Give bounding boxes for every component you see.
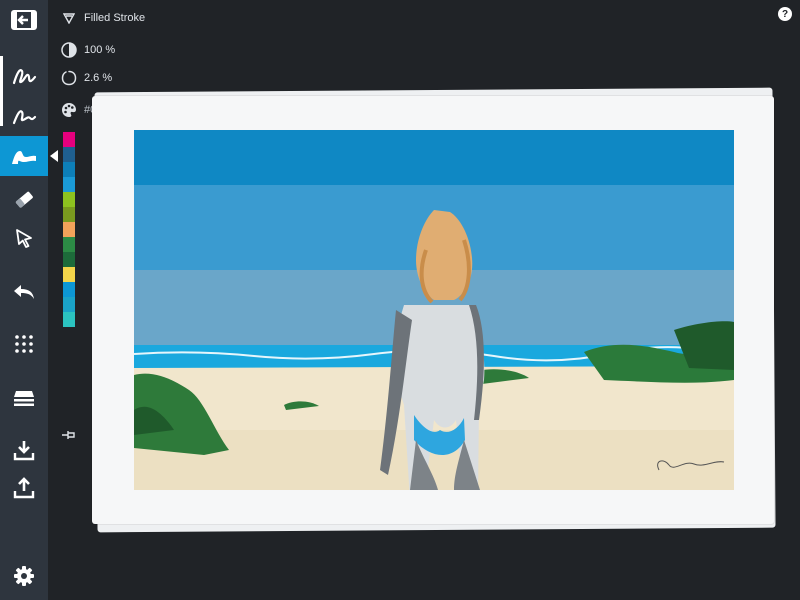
color-swatch[interactable] bbox=[63, 162, 75, 177]
pen-smooth-tool[interactable] bbox=[0, 96, 48, 136]
active-tool-arrow bbox=[50, 150, 58, 162]
help-button[interactable]: ? bbox=[778, 7, 792, 21]
cursor-icon bbox=[13, 227, 35, 249]
color-swatch[interactable] bbox=[63, 207, 75, 222]
eraser-tool[interactable] bbox=[0, 180, 48, 220]
pin-palette-button[interactable] bbox=[60, 428, 78, 442]
color-palette-icon bbox=[60, 101, 78, 119]
grid-icon bbox=[14, 334, 34, 354]
eraser-icon bbox=[12, 188, 36, 212]
color-swatch[interactable] bbox=[63, 312, 75, 327]
tool-title-row[interactable]: Filled Stroke bbox=[60, 8, 145, 28]
size-row[interactable]: 2.6 % bbox=[60, 68, 112, 88]
color-swatch[interactable] bbox=[63, 222, 75, 237]
color-swatch[interactable] bbox=[63, 237, 75, 252]
opacity-row[interactable]: 100 % bbox=[60, 40, 115, 60]
color-swatch[interactable] bbox=[63, 252, 75, 267]
color-swatch[interactable] bbox=[63, 132, 75, 147]
settings-button[interactable] bbox=[0, 556, 48, 596]
color-swatch[interactable] bbox=[63, 192, 75, 207]
opacity-value: 100 % bbox=[84, 44, 116, 56]
color-swatch[interactable] bbox=[63, 282, 75, 297]
pen-sketch-tool[interactable] bbox=[0, 56, 48, 96]
layers-icon bbox=[12, 388, 36, 408]
brush-size-icon bbox=[60, 69, 78, 87]
color-swatch[interactable] bbox=[63, 147, 75, 162]
tool-title: Filled Stroke bbox=[84, 12, 146, 24]
tool-sidebar bbox=[0, 0, 58, 600]
select-tool[interactable] bbox=[0, 218, 48, 258]
color-swatch[interactable] bbox=[63, 267, 75, 282]
exit-arrow-icon bbox=[11, 10, 37, 30]
grid-button[interactable] bbox=[0, 324, 48, 364]
download-icon bbox=[13, 439, 35, 461]
gear-icon bbox=[13, 565, 35, 587]
color-swatch[interactable] bbox=[63, 177, 75, 192]
opacity-icon bbox=[60, 41, 78, 59]
layers-button[interactable] bbox=[0, 378, 48, 418]
color-palette bbox=[63, 132, 75, 327]
size-value: 2.6 % bbox=[84, 72, 113, 84]
upload-icon bbox=[13, 477, 35, 499]
pin-icon bbox=[60, 429, 78, 446]
pen-stroke-icon bbox=[11, 65, 37, 87]
tool-type-icon bbox=[60, 9, 78, 27]
artwork-canvas[interactable] bbox=[134, 130, 734, 490]
brush-stroke-icon bbox=[11, 105, 37, 127]
undo-icon bbox=[11, 282, 37, 302]
exit-button[interactable] bbox=[0, 0, 48, 40]
export-button[interactable] bbox=[0, 468, 48, 508]
filled-stroke-tool[interactable] bbox=[0, 136, 48, 176]
color-swatch[interactable] bbox=[63, 297, 75, 312]
undo-button[interactable] bbox=[0, 272, 48, 312]
filled-stroke-icon bbox=[10, 145, 38, 167]
import-button[interactable] bbox=[0, 430, 48, 470]
